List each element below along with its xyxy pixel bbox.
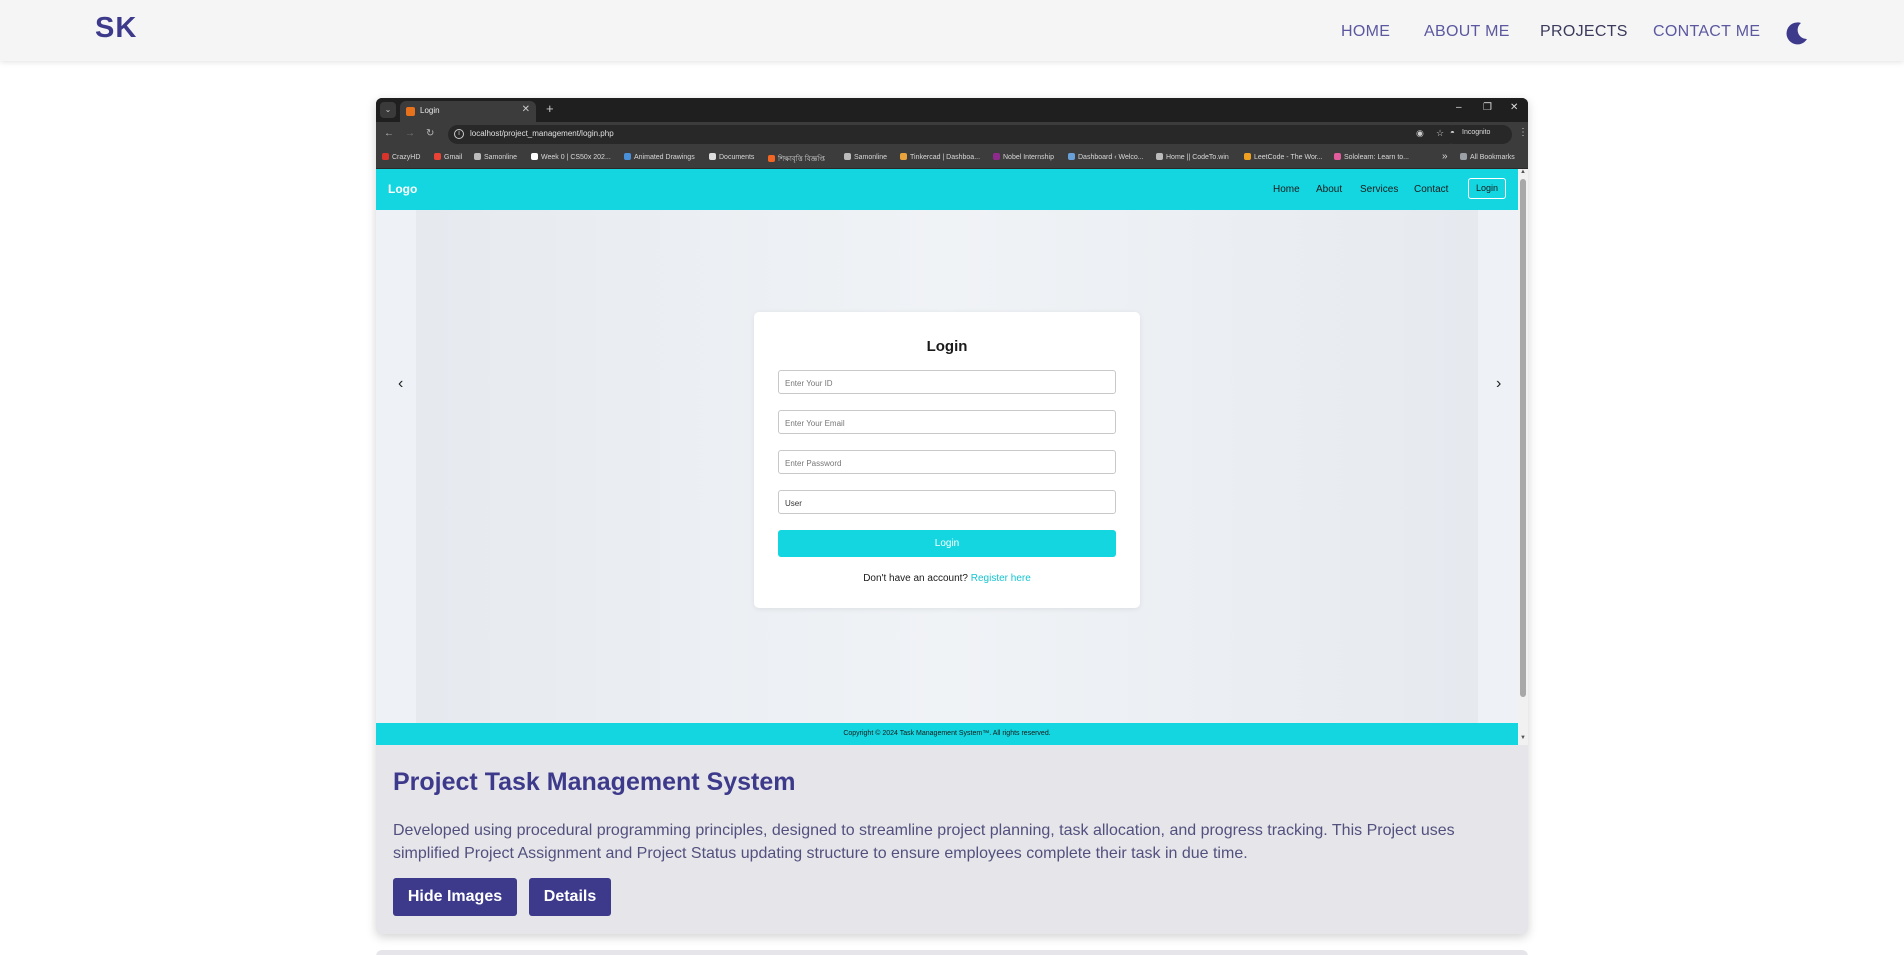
bookmark-item[interactable]: Samonline: [474, 153, 517, 161]
nav-about-me[interactable]: ABOUT ME: [1424, 23, 1510, 41]
incognito-icon: ◓: [1450, 128, 1455, 137]
forward-icon[interactable]: →: [405, 128, 415, 139]
browser-tab-bar: ⌄ Login ✕ + – ❐ ✕: [376, 98, 1528, 122]
project-screenshot: ⌄ Login ✕ + – ❐ ✕ ← → ↻ i localhost/proj…: [376, 98, 1528, 745]
bookmarks-overflow-icon[interactable]: »: [1432, 151, 1448, 162]
id-field[interactable]: Enter Your ID: [778, 370, 1116, 394]
password-field[interactable]: Enter Password: [778, 450, 1116, 474]
site-nav-contact[interactable]: Contact: [1414, 184, 1448, 195]
site-login-button[interactable]: Login: [1468, 178, 1506, 199]
login-form-card: Login Enter Your ID Enter Your Email Ent…: [754, 312, 1140, 608]
top-navbar: SK HOME ABOUT ME PROJECTS CONTACT ME: [0, 0, 1904, 61]
bookmark-item[interactable]: Home || CodeTo.win: [1156, 153, 1229, 161]
browser-tab[interactable]: Login ✕: [400, 101, 536, 122]
carousel-prev-icon[interactable]: ‹: [398, 375, 403, 393]
all-bookmarks-folder[interactable]: All Bookmarks: [1460, 153, 1515, 161]
bookmark-item[interactable]: CrazyHD: [382, 153, 420, 161]
browser-toolbar: ← → ↻ i localhost/project_management/log…: [376, 122, 1528, 147]
incognito-label: Incognito: [1462, 129, 1491, 136]
brand-logo[interactable]: SK: [95, 12, 137, 45]
tab-search-icon[interactable]: ⌄: [380, 102, 396, 118]
site-info-icon[interactable]: i: [454, 129, 464, 139]
site-logo[interactable]: Logo: [388, 182, 417, 196]
bookmark-item[interactable]: Samonline: [844, 153, 887, 161]
project-card: ⌄ Login ✕ + – ❐ ✕ ← → ↻ i localhost/proj…: [376, 98, 1528, 934]
inner-scrollbar[interactable]: ▲ ▼: [1518, 169, 1528, 745]
bookmark-item[interactable]: Dashboard ‹ Welco...: [1068, 153, 1144, 161]
site-nav-about[interactable]: About: [1316, 184, 1342, 195]
hide-images-button[interactable]: Hide Images: [393, 878, 517, 916]
reload-icon[interactable]: ↻: [426, 128, 434, 139]
bookmark-item[interactable]: Gmail: [434, 153, 462, 161]
email-field[interactable]: Enter Your Email: [778, 410, 1116, 434]
address-bar[interactable]: i localhost/project_management/login.php…: [448, 125, 1458, 144]
register-prompt: Don't have an account? Register here: [754, 573, 1140, 584]
scroll-up-icon[interactable]: ▲: [1520, 169, 1526, 175]
tab-close-icon[interactable]: ✕: [522, 104, 530, 115]
nav-home[interactable]: HOME: [1341, 23, 1390, 41]
window-close-icon[interactable]: ✕: [1510, 102, 1518, 113]
site-nav-home[interactable]: Home: [1273, 184, 1300, 195]
project-description: Developed using procedural programming p…: [393, 822, 1455, 862]
back-icon[interactable]: ←: [384, 128, 394, 139]
bookmarks-bar: CrazyHD Gmail Samonline Week 0 | CS50x 2…: [376, 147, 1528, 169]
menu-kebab-icon[interactable]: ⋮: [1518, 127, 1528, 138]
bookmark-item[interactable]: LeetCode - The Wor...: [1244, 153, 1323, 161]
moon-icon[interactable]: [1784, 20, 1810, 46]
scroll-down-icon[interactable]: ▼: [1520, 735, 1526, 741]
minimize-icon[interactable]: –: [1456, 102, 1462, 113]
project-title: Project Task Management System: [393, 768, 796, 796]
site-nav-services[interactable]: Services: [1360, 184, 1398, 195]
bookmark-item[interactable]: Sololearn: Learn to...: [1334, 153, 1409, 161]
tab-title: Login: [420, 106, 440, 115]
new-tab-icon[interactable]: +: [546, 101, 554, 116]
site-footer: Copyright © 2024 Task Management System™…: [376, 723, 1518, 745]
bookmark-item[interactable]: Week 0 | CS50x 202...: [531, 153, 611, 161]
scroll-thumb[interactable]: [1520, 179, 1526, 697]
register-link[interactable]: Register here: [971, 573, 1031, 584]
restore-icon[interactable]: ❐: [1483, 102, 1492, 113]
bookmark-item[interactable]: Documents: [709, 153, 754, 161]
bookmark-item[interactable]: Animated Drawings: [624, 153, 695, 161]
nav-contact-me[interactable]: CONTACT ME: [1653, 23, 1760, 41]
bookmark-item[interactable]: শিক্ষাবৃত্তি বিজ্ঞপ্তি: [768, 153, 825, 165]
bookmark-item[interactable]: Nobel Internship: [993, 153, 1054, 161]
tracking-icon[interactable]: ◉: [1416, 128, 1424, 139]
login-title: Login: [926, 338, 968, 355]
site-navbar: Logo Home About Services Contact Login: [376, 169, 1518, 210]
register-prompt-text: Don't have an account?: [863, 573, 968, 584]
nav-projects[interactable]: PROJECTS: [1540, 23, 1628, 41]
next-project-card: [376, 950, 1528, 955]
inner-website: Logo Home About Services Contact Login ‹…: [376, 169, 1518, 745]
address-url: localhost/project_management/login.php: [470, 129, 614, 138]
role-select[interactable]: User: [778, 490, 1116, 514]
carousel-next-icon[interactable]: ›: [1496, 375, 1501, 393]
bookmark-item[interactable]: Tinkercad | Dashboa...: [900, 153, 980, 161]
incognito-badge[interactable]: ◓ Incognito: [1444, 125, 1512, 144]
details-button[interactable]: Details: [529, 878, 611, 916]
tab-favicon-icon: [406, 107, 415, 116]
login-submit-button[interactable]: Login: [778, 530, 1116, 557]
bookmark-star-icon[interactable]: ☆: [1436, 128, 1444, 139]
